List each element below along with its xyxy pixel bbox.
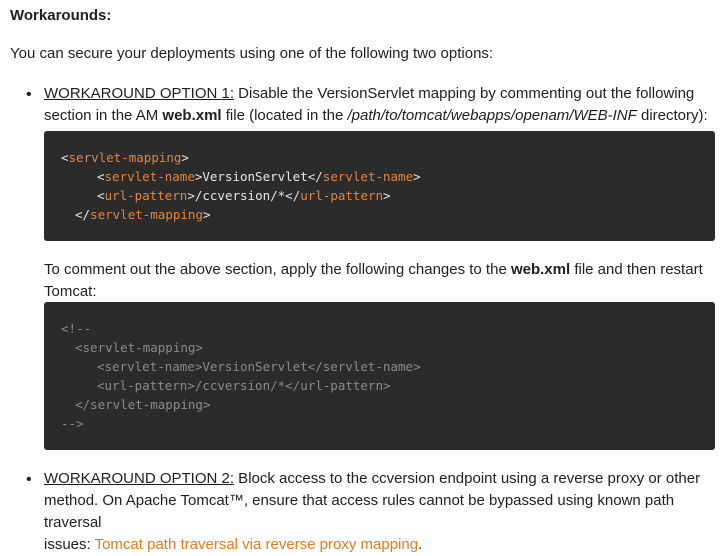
tomcat-path-traversal-link[interactable]: Tomcat path traversal via reverse proxy … bbox=[95, 536, 418, 553]
code1-line-3: <url-pattern>/ccversion/*</url-pattern> bbox=[97, 188, 391, 203]
option-1-text-c: file (located in the bbox=[221, 107, 348, 124]
between-text-a: To comment out the above section, apply … bbox=[44, 261, 511, 278]
option-1-path: /path/to/tomcat/webapps/openam/WEB-INF bbox=[347, 107, 637, 124]
between-text-c: Tomcat: bbox=[44, 283, 97, 300]
option-2-text-a: Block access to the ccversion endpoint u… bbox=[234, 470, 701, 487]
code2-line-4: </servlet-mapping> bbox=[75, 397, 211, 412]
code2-line-3: <url-pattern>/ccversion/*</url-pattern> bbox=[97, 378, 391, 393]
option-1-text-d: directory): bbox=[636, 107, 708, 124]
option-2-text-b: method. On Apache Tomcat™, ensure that a… bbox=[44, 492, 675, 531]
option-2-text: WORKAROUND OPTION 2: Block access to the… bbox=[44, 468, 716, 556]
option-1-text-a: Disable the VersionServlet mapping by co… bbox=[234, 85, 695, 102]
code-block-2: <!-- <servlet-mapping> <servlet-name>Ver… bbox=[44, 302, 715, 450]
code2-line-2: <servlet-name>VersionServlet</servlet-na… bbox=[97, 359, 421, 374]
option-1-text: WORKAROUND OPTION 1: Disable the Version… bbox=[44, 83, 716, 127]
comment-instructions: To comment out the above section, apply … bbox=[44, 259, 716, 303]
option-1-label: WORKAROUND OPTION 1: bbox=[44, 85, 235, 102]
option-2-text-c: issues: bbox=[44, 536, 95, 553]
option-1-text-b: section in the AM bbox=[44, 107, 163, 124]
code1-line-4: </servlet-mapping> bbox=[75, 207, 211, 222]
code2-line-close: --> bbox=[61, 416, 84, 431]
between-file: web.xml bbox=[510, 261, 571, 278]
option-1-file: web.xml bbox=[162, 107, 222, 124]
code-block-1: <servlet-mapping> <servlet-name>VersionS… bbox=[44, 131, 715, 241]
bullet-option-2: • bbox=[26, 471, 32, 488]
bullet-option-1: • bbox=[26, 86, 32, 103]
code2-line-open: <!-- bbox=[61, 321, 92, 336]
between-text-b: file and then restart bbox=[570, 261, 703, 278]
intro-text: You can secure your deployments using on… bbox=[10, 45, 494, 62]
code2-line-1: <servlet-mapping> bbox=[75, 340, 203, 355]
code1-line-1: <servlet-mapping> bbox=[61, 150, 189, 165]
workarounds-heading: Workarounds: bbox=[10, 7, 112, 24]
option-2-text-d: . bbox=[418, 536, 423, 553]
option-2-label: WORKAROUND OPTION 2: bbox=[44, 470, 235, 487]
code1-line-2: <servlet-name>VersionServlet</servlet-na… bbox=[97, 169, 421, 184]
